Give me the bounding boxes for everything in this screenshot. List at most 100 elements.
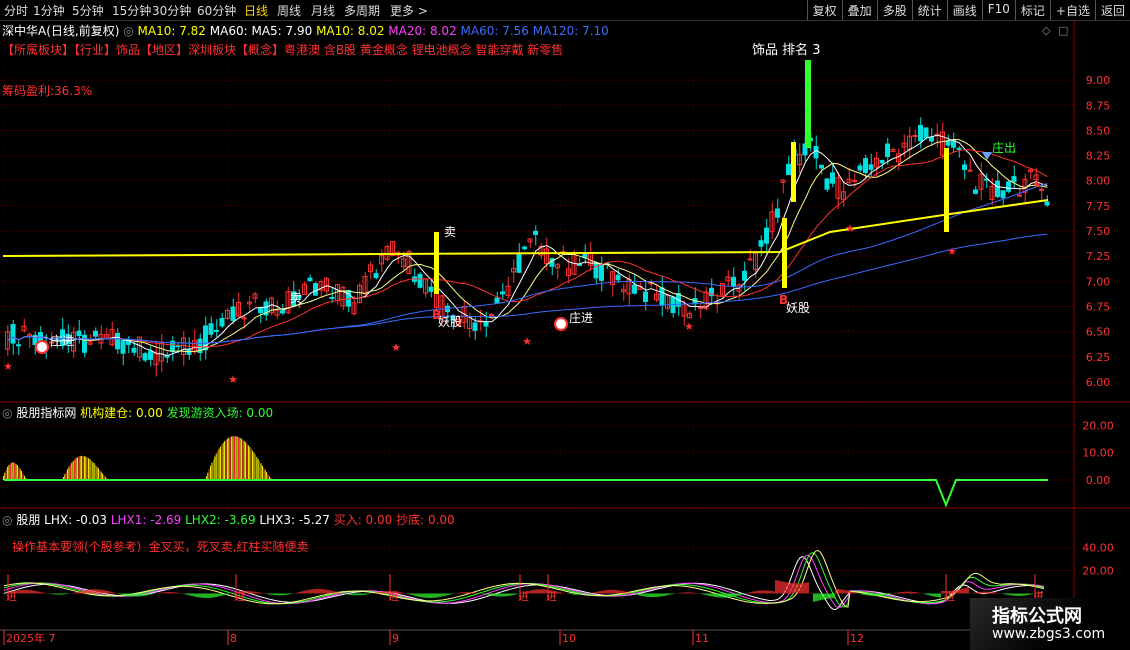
ma-label-2: MA5: 7.90 (251, 24, 317, 38)
candle-body-150 (830, 172, 835, 184)
candle-body-159 (879, 160, 885, 164)
ma10-line (7, 138, 1048, 353)
candle-body-160 (885, 143, 890, 158)
candle-body-114 (632, 284, 637, 294)
ma-label-1: MA60: (209, 24, 252, 38)
candle-body-165 (912, 134, 918, 137)
square-icon: □ (1058, 24, 1068, 37)
main-ytick-2: 6.50 (1086, 326, 1111, 339)
diamond-icon: ◇ (1042, 24, 1051, 37)
panel2-header: ◎ 股朋指标网 机构建仓: 0.00 发现游资入场: 0.00 (2, 404, 273, 421)
main-ytick-0: 6.00 (1086, 376, 1111, 389)
candle-body-46 (258, 307, 263, 314)
main-ytick-12: 9.00 (1086, 74, 1111, 87)
main-ytick-10: 8.50 (1086, 124, 1111, 137)
dealer-out-icon (982, 152, 992, 160)
candle-body-149 (824, 178, 830, 190)
sector-line: 【所属板块】【行业】饰品【地区】深圳板块【概念】粤港澳 含B股 黄金概念 锂电池… (2, 43, 564, 57)
candle-body-50 (280, 310, 285, 314)
candle-body-39 (219, 317, 225, 327)
candle-body-157 (868, 164, 874, 170)
panel2-value-0: 机构建仓: 0.00 (80, 406, 167, 420)
candle-body-184 (1017, 194, 1022, 197)
candle-body-148 (819, 164, 824, 169)
ind1-ytick-2: 20.00 (1082, 419, 1114, 432)
candle-body-14 (82, 334, 87, 353)
red-star-1: ★ (228, 373, 238, 386)
candle-body-116 (643, 291, 648, 302)
candle-body-26 (148, 350, 153, 360)
panel2-value-1: 发现游资入场: 0.00 (166, 406, 274, 420)
candle-body-182 (1006, 181, 1011, 192)
panel3-value-3: LHX3: -5.27 (259, 513, 334, 527)
dealer-in-icon-2 (554, 317, 568, 331)
ma-label-5: MA60: 7.56 (460, 24, 533, 38)
candle-body-166 (918, 124, 923, 142)
buy-marker-4: 进 (546, 590, 557, 603)
panel3-value-4: 买入: 0.00 (333, 513, 397, 527)
watermark-logo: 指标公式网 www.zbgs3.com (970, 598, 1130, 650)
ma-label-4: MA20: 8.02 (388, 24, 461, 38)
panel2-name: 股朋指标网 (16, 406, 77, 420)
main-ytick-5: 7.25 (1086, 250, 1111, 263)
candle-body-138 (764, 227, 769, 244)
candle-body-174 (962, 164, 967, 170)
main-ytick-3: 6.75 (1086, 300, 1111, 313)
candle-body-2 (16, 344, 21, 347)
main-ytick-7: 7.75 (1086, 200, 1111, 213)
candle-body-94 (522, 246, 527, 250)
xtick-label-1: 8 (230, 632, 237, 645)
dealer-in-label-1: 庄进 (50, 333, 74, 348)
buy-marker-3: 进 (518, 590, 529, 603)
candle-body-67 (373, 273, 379, 279)
panel2-values: 机构建仓: 0.00 发现游资入场: 0.00 (80, 406, 273, 420)
signal-bar-yellow-3 (791, 142, 796, 202)
xtick-label-4: 11 (695, 632, 709, 645)
main-ytick-11: 8.75 (1086, 99, 1111, 112)
candle-body-1 (10, 324, 16, 344)
candle-body-93 (516, 253, 522, 273)
ind1-ytick-1: 10.00 (1082, 447, 1114, 460)
candle-body-111 (615, 274, 621, 281)
signal-bar-green-1 (805, 60, 811, 148)
main-ytick-8: 8.00 (1086, 175, 1111, 188)
panel3-values: LHX: -0.03 LHX1: -2.69 LHX2: -3.69 LHX3:… (44, 513, 455, 527)
ma5-line (7, 134, 1048, 357)
candle-body-132 (731, 276, 736, 287)
candle-body-38 (214, 329, 219, 332)
xtick-label-2: 9 (392, 632, 399, 645)
panel3-name: 股朋 (16, 513, 41, 527)
xtick-label-0: 2025年 7 (6, 631, 56, 645)
panel2-settings-icon[interactable]: ◎ (2, 406, 12, 420)
candle-body-108 (599, 263, 604, 281)
candle-body-89 (494, 297, 500, 304)
demon-label-1: 妖股 (438, 315, 462, 329)
panel3-value-5: 抄底: 0.00 (396, 513, 455, 527)
panel3-settings-icon[interactable]: ◎ (2, 513, 12, 527)
candle-body-154 (852, 179, 857, 182)
candle-body-90 (500, 291, 505, 295)
panel3-note: 操作基本要领(个股参考）金叉买，死叉卖,红柱买随便卖 (12, 540, 309, 554)
signal-bar-yellow-4 (944, 148, 949, 232)
settings-icon[interactable]: ◎ (123, 24, 133, 38)
candle-body-25 (142, 353, 148, 361)
candle-body-119 (659, 287, 665, 306)
xtick-label-5: 12 (850, 632, 864, 645)
main-ytick-6: 7.50 (1086, 225, 1111, 238)
ma-label-3: MA10: 8.02 (316, 24, 389, 38)
candle-body-104 (577, 263, 582, 266)
panel3-header: ◎ 股朋 LHX: -0.03 LHX1: -2.69 LHX2: -3.69 … (2, 511, 455, 528)
candle-body-181 (1000, 190, 1006, 199)
demon-label-2: 妖股 (786, 301, 810, 315)
red-star-0: ★ (3, 360, 13, 373)
candle-body-31 (175, 345, 181, 348)
red-star-3: ★ (522, 335, 532, 348)
candle-body-173 (956, 147, 962, 150)
candle-body-167 (923, 127, 929, 139)
chip-profit: 筹码盈利:36.3% (2, 84, 93, 98)
panel3-value-1: LHX1: -2.69 (110, 513, 186, 527)
main-ytick-9: 8.25 (1086, 150, 1111, 163)
candle-body-140 (775, 208, 780, 218)
panel3-value-0: LHX: -0.03 (44, 513, 111, 527)
candle-body-20 (115, 332, 120, 350)
